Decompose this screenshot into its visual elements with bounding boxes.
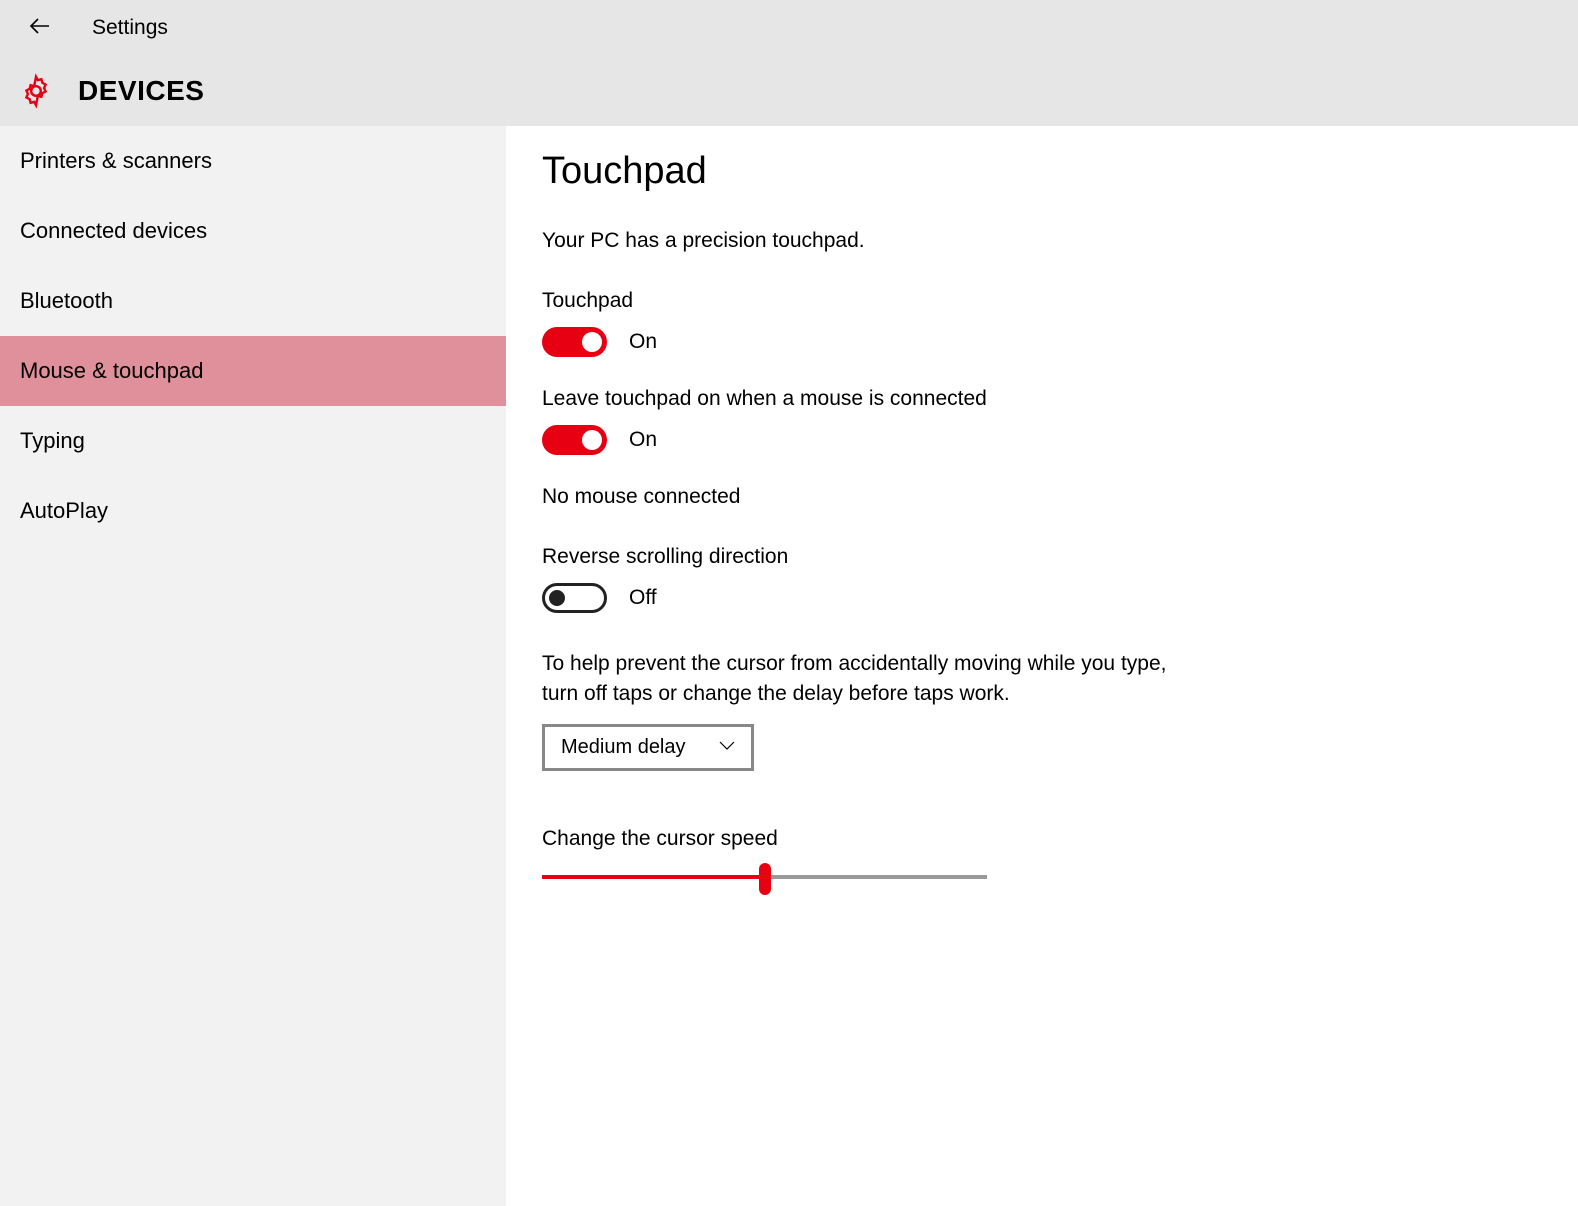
- main-panel: Touchpad Your PC has a precision touchpa…: [506, 126, 1578, 1206]
- settings-title: Settings: [92, 16, 168, 40]
- tap-delay-value: Medium delay: [561, 736, 686, 759]
- sidebar: Printers & scanners Connected devices Bl…: [0, 126, 506, 1206]
- gear-icon: [18, 73, 54, 109]
- touchpad-toggle-state: On: [629, 330, 657, 354]
- sidebar-item-printers-scanners[interactable]: Printers & scanners: [0, 126, 506, 196]
- reverse-scroll-toggle[interactable]: [542, 583, 607, 613]
- sidebar-item-mouse-touchpad[interactable]: Mouse & touchpad: [0, 336, 506, 406]
- reverse-scroll-label: Reverse scrolling direction: [542, 545, 1542, 569]
- sidebar-item-connected-devices[interactable]: Connected devices: [0, 196, 506, 266]
- reverse-scroll-toggle-state: Off: [629, 586, 657, 610]
- cursor-speed-label: Change the cursor speed: [542, 827, 1542, 851]
- chevron-down-icon: [719, 738, 735, 756]
- sidebar-item-typing[interactable]: Typing: [0, 406, 506, 476]
- page-title: Touchpad: [542, 150, 1542, 193]
- slider-fill: [542, 875, 765, 879]
- touchpad-toggle-label: Touchpad: [542, 289, 1542, 313]
- leave-on-toggle-state: On: [629, 428, 657, 452]
- category-title: DEVICES: [78, 75, 204, 107]
- tap-delay-help: To help prevent the cursor from accident…: [542, 649, 1202, 710]
- cursor-speed-slider[interactable]: [542, 865, 987, 889]
- touchpad-toggle[interactable]: [542, 327, 607, 357]
- tap-delay-dropdown[interactable]: Medium delay: [542, 724, 754, 771]
- header-bar: Settings: [0, 0, 1578, 56]
- sidebar-item-autoplay[interactable]: AutoPlay: [0, 476, 506, 546]
- back-button[interactable]: [28, 14, 52, 43]
- category-bar: DEVICES: [0, 56, 1578, 126]
- leave-on-toggle[interactable]: [542, 425, 607, 455]
- precision-info: Your PC has a precision touchpad.: [542, 229, 1542, 253]
- mouse-status: No mouse connected: [542, 485, 1542, 509]
- slider-thumb[interactable]: [759, 863, 771, 895]
- leave-on-label: Leave touchpad on when a mouse is connec…: [542, 387, 1542, 411]
- sidebar-item-bluetooth[interactable]: Bluetooth: [0, 266, 506, 336]
- slider-track: [765, 875, 988, 879]
